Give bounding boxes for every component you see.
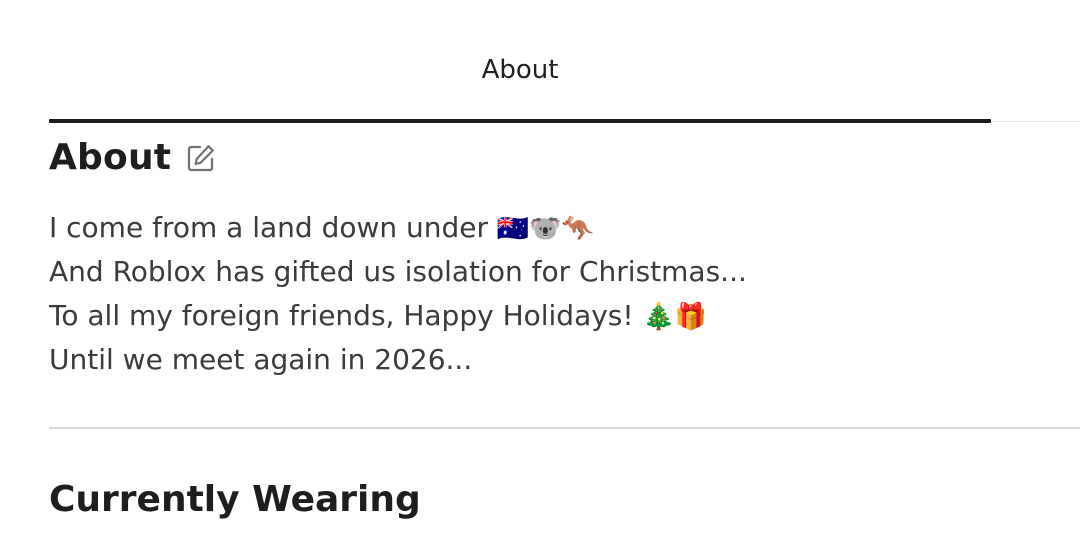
tab-bar-baseline xyxy=(991,121,1080,122)
bio-line: And Roblox has gifted us isolation for C… xyxy=(49,250,1029,294)
bio-line: To all my foreign friends, Happy Holiday… xyxy=(49,294,1029,338)
bio-line: I come from a land down under 🇦🇺🐨🦘 xyxy=(49,206,1029,250)
tab-about[interactable]: About xyxy=(49,52,991,88)
bio-line-emoji: 🇦🇺🐨🦘 xyxy=(496,214,595,244)
about-heading: About xyxy=(49,137,172,178)
bio-line-text: And Roblox has gifted us isolation for C… xyxy=(49,255,747,288)
profile-about-page: About About I come from a land down unde… xyxy=(0,0,1080,535)
about-section-header: About xyxy=(49,136,217,180)
currently-wearing-heading: Currently Wearing xyxy=(49,479,421,520)
bio-line-text: To all my foreign friends, Happy Holiday… xyxy=(49,299,643,332)
edit-pencil-icon[interactable] xyxy=(185,142,217,174)
bio-line-text: Until we meet again in 2026... xyxy=(49,343,473,376)
bio-line: Until we meet again in 2026... xyxy=(49,338,1029,382)
tab-active-indicator xyxy=(49,119,991,123)
bio-line-text: I come from a land down under xyxy=(49,211,497,244)
section-divider xyxy=(49,427,1080,429)
bio-line-emoji: 🎄🎁 xyxy=(642,302,708,332)
about-bio: I come from a land down under 🇦🇺🐨🦘 And R… xyxy=(49,206,1029,382)
